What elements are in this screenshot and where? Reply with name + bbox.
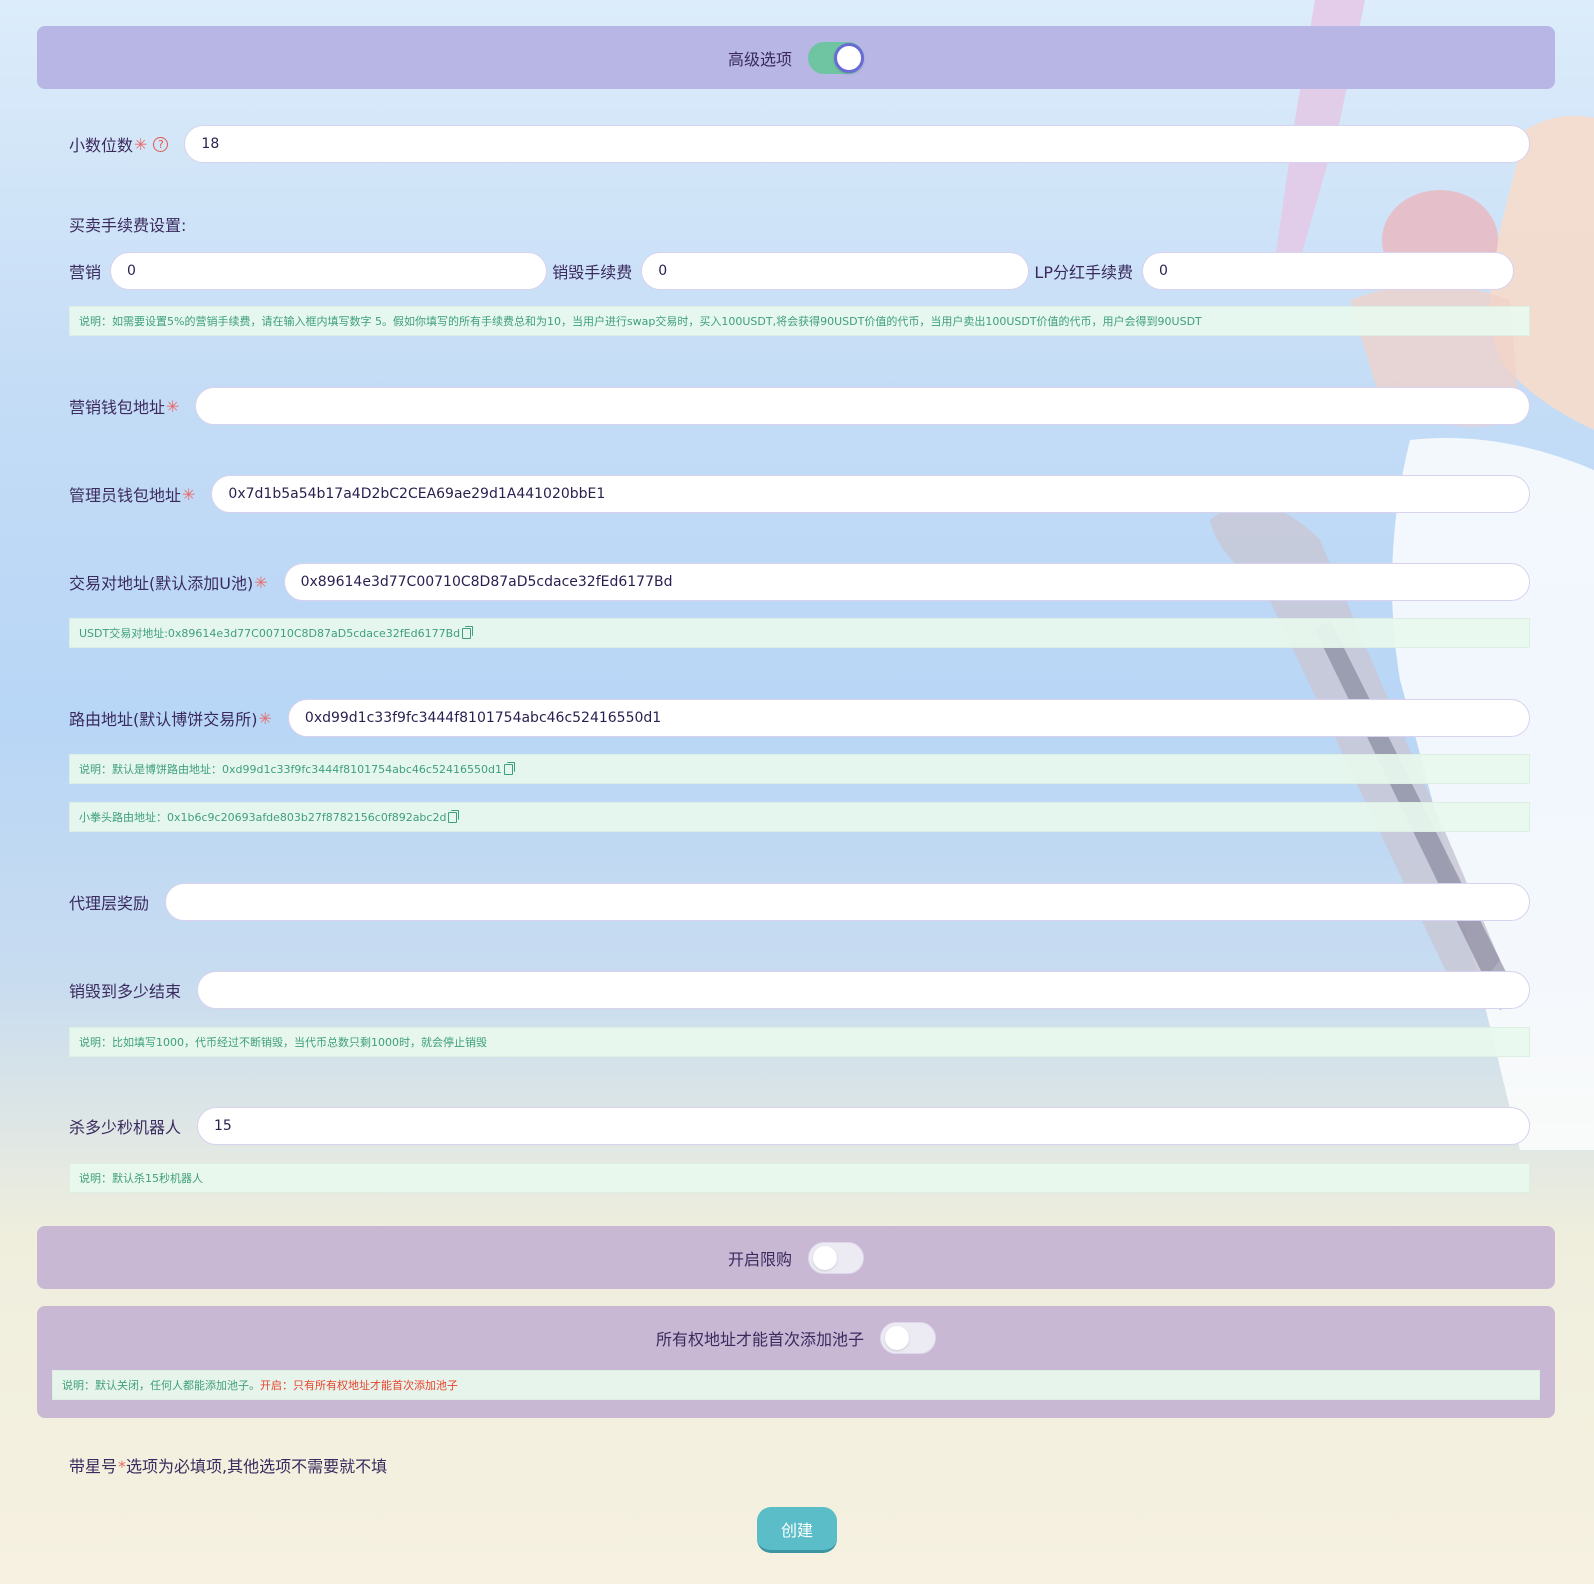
create-button[interactable]: 创建 [757,1507,837,1553]
fee-row: 营销 0 销毁手续费 0 LP分红手续费 0 [69,251,1514,291]
owner-pool-toggle[interactable] [880,1321,936,1354]
kill-bots-row: 杀多少秒机器人 15 [69,1106,1530,1146]
hint-prefix: 带星号 [69,1457,118,1476]
limit-buy-label: 开启限购 [727,1249,792,1269]
router-note-default-text: 说明：默认是博饼路由地址：0xd99d1c33f9fc3444f8101754a… [79,763,502,776]
router-note-alt: 小拳头路由地址：0x1b6c9c20693afde803b27f8782156c… [69,802,1530,832]
required-hint: 带星号*选项为必填项,其他选项不需要就不填 [69,1453,387,1477]
owner-pool-note: 说明：默认关闭，任何人都能添加池子。 开启：只有所有权地址才能首次添加池子 [52,1370,1540,1400]
decimals-label: 小数位数 [69,136,134,155]
required-star: ✳ [134,134,148,154]
fee-settings-title: 买卖手续费设置: [69,216,187,235]
marketing-fee-input[interactable]: 0 [110,252,548,290]
toggle-knob [885,1325,909,1350]
kill-bots-input[interactable]: 15 [197,1107,1530,1145]
question-help-icon[interactable]: ? [153,136,169,152]
agent-reward-input[interactable] [165,883,1530,921]
lp-fee-input[interactable]: 0 [1141,252,1514,290]
required-star: ✳ [258,708,272,728]
owner-pool-panel: 所有权地址才能首次添加池子 说明：默认关闭，任何人都能添加池子。 开启：只有所有权… [37,1306,1555,1418]
burn-until-note: 说明：比如填写1000，代币经过不断销毁，当代币总数只剩1000时，就会停止销毁 [69,1027,1530,1057]
marketing-wallet-row: 营销钱包地址 ✳ [69,386,1530,426]
agent-reward-row: 代理层奖励 [69,882,1530,922]
copy-icon[interactable] [462,625,474,639]
marketing-wallet-input[interactable] [195,387,1530,425]
admin-wallet-row: 管理员钱包地址 ✳ 0x7d1b5a54b17a4D2bC2CEA69ae29d1… [69,474,1530,514]
copy-icon[interactable] [448,809,460,823]
decimals-row: 小数位数 ✳ ? 18 [69,124,1530,164]
advanced-options-toggle[interactable] [808,41,864,74]
router-address-row: 路由地址(默认博饼交易所) ✳ 0xd99d1c33f9fc3444f810175… [69,698,1530,738]
pair-address-input[interactable]: 0x89614e3d77C00710C8D87aD5cdace32fEd6177… [283,563,1530,601]
pair-note-text: USDT交易对地址:0x89614e3d77C00710C8D87aD5cdac… [79,627,461,640]
toggle-knob [813,1245,837,1270]
pair-address-row: 交易对地址(默认添加U池) ✳ 0x89614e3d77C00710C8D87aD… [69,562,1530,602]
router-address-input[interactable]: 0xd99d1c33f9fc3444f8101754abc46c52416550… [287,699,1530,737]
burn-until-input[interactable] [197,971,1530,1009]
owner-pool-note-text: 说明：默认关闭，任何人都能添加池子。 [62,1379,260,1392]
burn-until-label: 销毁到多少结束 [69,982,182,1001]
limit-buy-panel: 开启限购 [37,1226,1555,1289]
required-star: ✳ [182,484,196,504]
burn-fee-label: 销毁手续费 [552,263,633,282]
lp-fee-label: LP分红手续费 [1034,263,1133,282]
pair-note: USDT交易对地址:0x89614e3d77C00710C8D87aD5cdac… [69,618,1530,648]
hint-star: * [118,1457,127,1476]
router-note-alt-text: 小拳头路由地址：0x1b6c9c20693afde803b27f8782156c… [79,811,447,824]
advanced-options-label: 高级选项 [727,49,792,69]
admin-wallet-label: 管理员钱包地址 [69,486,182,505]
toggle-knob [834,42,864,73]
kill-bots-note: 说明：默认杀15秒机器人 [69,1163,1530,1193]
router-note-default: 说明：默认是博饼路由地址：0xd99d1c33f9fc3444f8101754a… [69,754,1530,784]
owner-pool-note-red: 开启：只有所有权地址才能首次添加池子 [260,1379,458,1392]
burn-until-row: 销毁到多少结束 [69,970,1530,1010]
router-address-label: 路由地址(默认博饼交易所) [69,710,258,729]
marketing-fee-label: 营销 [69,263,102,282]
pair-address-label: 交易对地址(默认添加U池) [69,574,254,593]
agent-reward-label: 代理层奖励 [69,894,150,913]
hint-suffix: 选项为必填项,其他选项不需要就不填 [126,1457,388,1476]
required-star: ✳ [166,396,180,416]
copy-icon[interactable] [503,761,515,775]
advanced-options-panel: 高级选项 [37,26,1555,89]
admin-wallet-input[interactable]: 0x7d1b5a54b17a4D2bC2CEA69ae29d1A441020bb… [211,475,1530,513]
marketing-wallet-label: 营销钱包地址 [69,398,166,417]
decimals-input[interactable]: 18 [184,125,1530,163]
burn-fee-input[interactable]: 0 [641,252,1030,290]
limit-buy-toggle[interactable] [808,1241,864,1274]
owner-pool-label: 所有权地址才能首次添加池子 [655,1329,864,1349]
required-star: ✳ [254,572,268,592]
fee-note: 说明：如需要设置5%的营销手续费，请在输入框内填写数字 5。假如你填写的所有手续… [69,306,1530,336]
kill-bots-label: 杀多少秒机器人 [69,1118,182,1137]
